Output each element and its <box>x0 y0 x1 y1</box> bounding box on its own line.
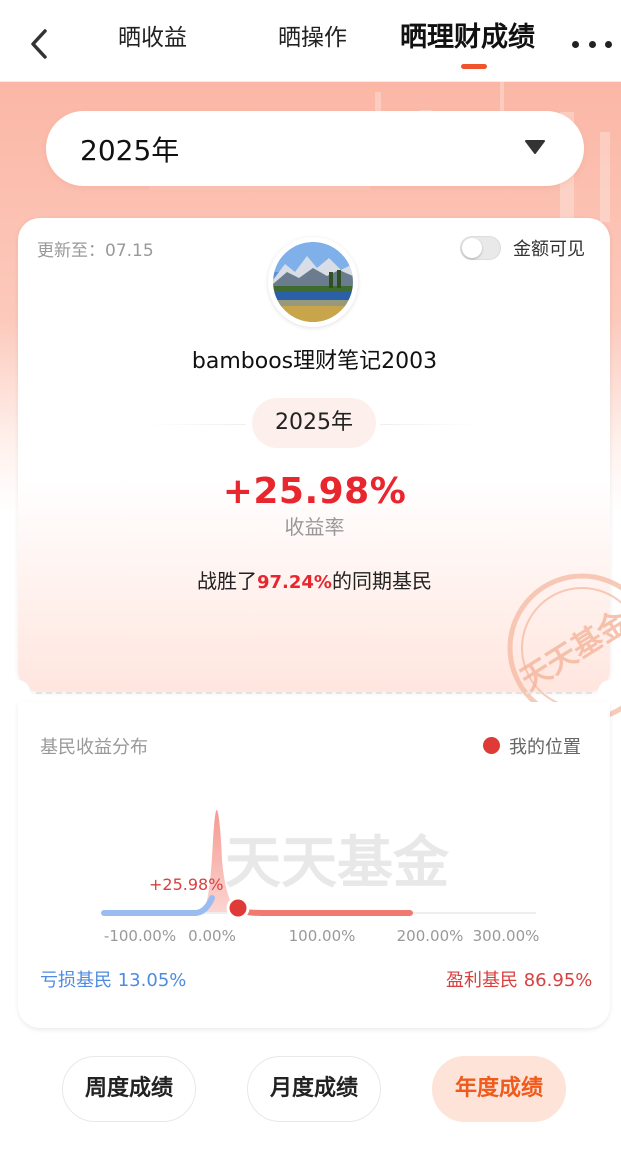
profit-label: 盈利基民 <box>446 970 518 991</box>
my-position-legend-dot <box>483 737 500 754</box>
loss-percentage: 13.05% <box>117 970 187 991</box>
year-dropdown-value: 2025年 <box>80 134 180 167</box>
x-tick-label: 200.00% <box>397 927 464 945</box>
tab-show-performance[interactable]: 晒理财成绩 <box>400 22 535 54</box>
tab-monthly[interactable]: 月度成绩 <box>247 1056 381 1122</box>
divider-left <box>146 424 246 425</box>
chevron-left-icon[interactable] <box>22 24 56 64</box>
username: bamboos理财笔记2003 <box>191 349 438 374</box>
profit-curve <box>235 907 413 916</box>
x-tick-label: -100.00% <box>104 927 176 945</box>
tab-show-earnings[interactable]: 晒收益 <box>118 22 187 54</box>
my-position-legend-label: 我的位置 <box>509 737 581 758</box>
tab-show-operations[interactable]: 晒操作 <box>278 22 347 54</box>
tab-weekly[interactable]: 周度成绩 <box>62 1056 196 1122</box>
return-rate: +25.98% <box>222 471 407 512</box>
notch-right <box>598 680 621 704</box>
profit-investors: 盈利基民 86.95% <box>446 966 592 992</box>
distribution-title: 基民收益分布 <box>40 737 148 758</box>
year-badge: 2025年 <box>252 398 376 448</box>
dashed-divider <box>36 692 592 694</box>
x-tick-label: 300.00% <box>473 927 540 945</box>
divider-right <box>380 424 480 425</box>
caret-down-icon <box>525 140 545 154</box>
avatar <box>268 237 358 327</box>
tab-yearly[interactable]: 年度成绩 <box>432 1056 566 1122</box>
beat-suffix: 的同期基民 <box>331 569 432 593</box>
return-rate-label: 收益率 <box>284 515 345 539</box>
x-tick-label: 100.00% <box>289 927 356 945</box>
amount-visible-toggle[interactable] <box>460 236 501 260</box>
year-dropdown[interactable]: 2025年 <box>46 111 584 186</box>
distribution-chart: 天天基金 +25.98% -100.00% 0.00% 100.00% 200.… <box>101 809 540 945</box>
more-icon[interactable] <box>572 30 612 58</box>
loss-curve <box>101 895 215 916</box>
top-nav: 晒收益 晒操作 晒理财成绩 <box>0 0 621 82</box>
profit-percentage: 86.95% <box>523 970 593 991</box>
notch-left <box>6 680 30 704</box>
active-tab-indicator <box>461 64 487 69</box>
beat-percentage: 97.24% <box>257 572 332 593</box>
loss-label: 亏损基民 <box>40 970 112 991</box>
update-date: 更新至：07.15 <box>37 241 154 261</box>
chart-watermark: 天天基金 <box>225 831 450 896</box>
loss-investors: 亏损基民 13.05% <box>40 966 186 992</box>
my-position-marker <box>226 896 250 920</box>
x-tick-label: 0.00% <box>188 927 236 945</box>
amount-visible-label: 金额可见 <box>513 239 585 260</box>
my-position-value: +25.98% <box>149 875 223 894</box>
beat-prefix: 战胜了 <box>197 569 257 593</box>
